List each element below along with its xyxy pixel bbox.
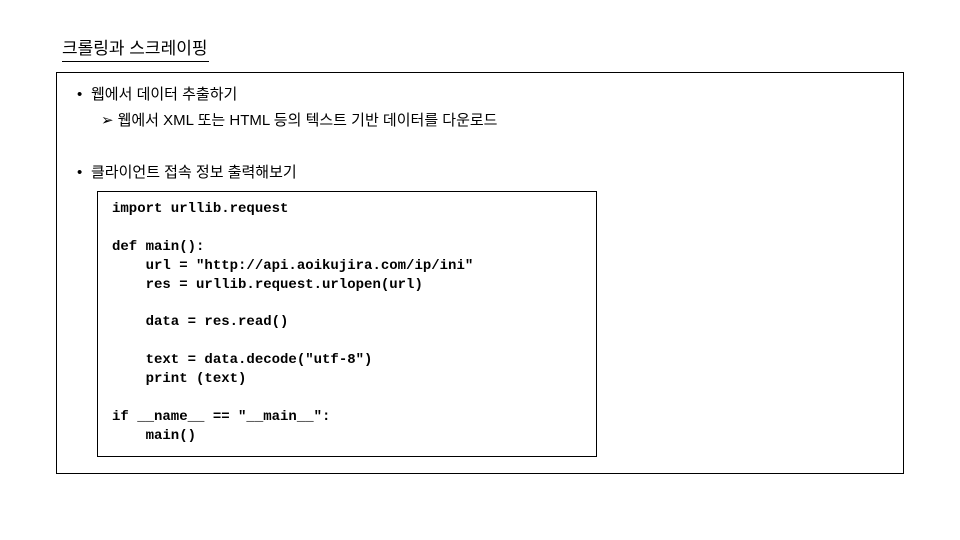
bullet-icon: • (77, 83, 91, 107)
code-block: import urllib.request def main(): url = … (97, 191, 597, 457)
bullet-client-info-label: 클라이언트 접속 정보 출력해보기 (91, 164, 297, 181)
sub-item-download: ➢웹에서 XML 또는 HTML 등의 텍스트 기반 데이터를 다운로드 (101, 109, 883, 133)
page-title: 크롤링과 스크레이핑 (62, 34, 209, 62)
content-box: •웹에서 데이터 추출하기 ➢웹에서 XML 또는 HTML 등의 텍스트 기반… (56, 72, 904, 474)
bullet-web-extract: •웹에서 데이터 추출하기 (77, 83, 883, 107)
bullet-web-extract-label: 웹에서 데이터 추출하기 (91, 86, 237, 103)
sub-item-download-label: 웹에서 XML 또는 HTML 등의 텍스트 기반 데이터를 다운로드 (118, 112, 498, 129)
chevron-right-icon: ➢ (101, 109, 114, 133)
bullet-icon: • (77, 161, 91, 185)
bullet-client-info: •클라이언트 접속 정보 출력해보기 (77, 161, 883, 185)
